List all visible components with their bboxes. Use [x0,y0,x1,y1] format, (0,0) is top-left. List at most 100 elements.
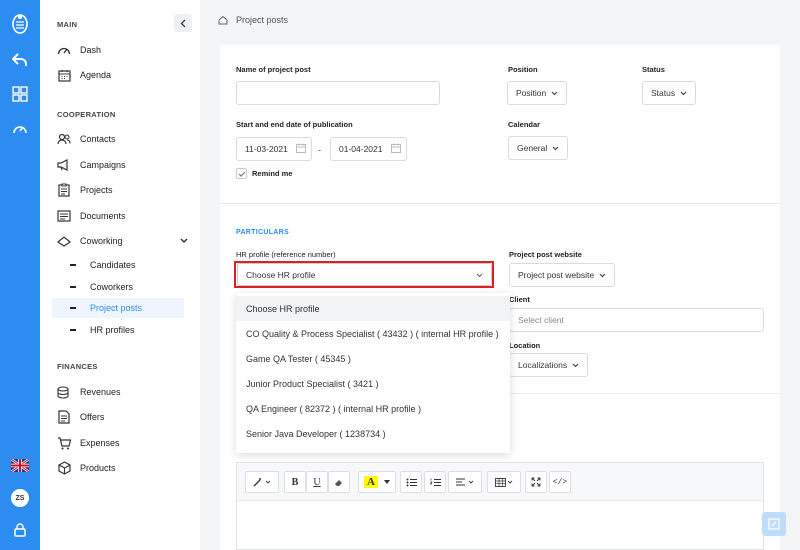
sidebar-item-label: Projects [80,185,113,195]
date-separator: - [318,145,321,155]
back-arrow-icon[interactable] [8,48,32,72]
caret-down-icon [552,146,559,151]
divider [510,393,780,394]
remind-me-checkbox[interactable]: Remind me [236,168,292,179]
bullet-dash [70,264,76,266]
expand-icon [768,518,780,530]
location-label: Location [509,341,541,350]
unordered-list-button[interactable] [400,471,422,493]
sidebar-item-label: Products [80,463,116,473]
editor-toolbar: B U A </> [237,463,763,501]
calendar-icon[interactable] [391,143,401,155]
caret-down-icon [383,480,390,484]
ordered-list-button[interactable] [424,471,446,493]
dropdown-option[interactable]: Senior Java Developer ( 1238734 ) [236,421,510,446]
user-avatar[interactable]: ZS [8,486,32,510]
dropdown-option[interactable]: Game QA Tester ( 45345 ) [236,346,510,371]
sidebar-item-expenses[interactable]: Expenses [52,433,192,453]
cart-icon [56,435,72,451]
collapse-sidebar-button[interactable] [174,14,192,32]
speedometer-icon[interactable] [8,116,32,140]
dropdown-option[interactable]: CO Quality & Process Specialist ( 43432 … [236,321,510,346]
eraser-button[interactable] [328,471,350,493]
client-label: Client [509,295,530,304]
section-title-finances: FINANCES [57,362,98,371]
sidebar-item-agenda[interactable]: Agenda [52,65,192,85]
code-view-button[interactable]: </> [549,471,571,493]
bullet-dash [70,329,76,331]
sidebar-subitem-coworkers[interactable]: Coworkers [52,277,184,297]
dropdown-option[interactable]: Choose HR profile [236,296,510,321]
calendar-select[interactable]: General [508,136,569,160]
app-logo-icon[interactable] [8,12,32,36]
chevron-down-icon [180,238,188,244]
calendar-icon[interactable] [296,143,306,155]
calendar-label: Calendar [508,120,541,129]
sidebar-item-label: Offers [80,412,105,422]
status-label: Status [642,65,665,74]
eraser-icon [335,479,342,486]
uk-flag-icon[interactable] [8,453,32,477]
sidebar-item-campaigns[interactable]: Campaigns [52,155,192,175]
section-title-main: MAIN [57,20,78,29]
sidebar-item-dash[interactable]: Dash [52,40,192,60]
section-title-cooperation: COOPERATION [57,110,116,119]
highlight-box [234,261,494,288]
sidebar-subitem-hr-profiles[interactable]: HR profiles [52,320,184,340]
remind-me-label: Remind me [252,169,293,178]
fullscreen-button[interactable] [525,471,547,493]
project-post-website-select[interactable]: Project post website [509,263,616,287]
sidebar-subitem-project-posts[interactable]: Project posts [52,298,184,318]
start-date-input[interactable]: 11-03-2021 [236,137,312,161]
underline-button[interactable]: U [306,471,328,493]
sidebar-item-contacts[interactable]: Contacts [52,129,192,149]
grid-icon[interactable] [8,82,32,106]
document-icon [56,208,72,224]
magic-wand-icon [253,478,271,487]
position-select[interactable]: Position [507,81,568,105]
rich-text-editor[interactable]: B U A </> [236,462,764,550]
sidebar: MAIN Dash Agenda COOPERATION Contacts Ca… [40,0,200,550]
sidebar-item-offers[interactable]: Offers [52,407,192,427]
name-label: Name of project post [236,65,311,74]
magic-wand-button[interactable] [245,471,279,493]
sidebar-subitem-label: Candidates [90,260,136,270]
sidebar-item-products[interactable]: Products [52,458,192,478]
fullscreen-icon [531,477,541,487]
megaphone-icon [56,157,72,173]
client-select[interactable]: Select client [509,308,764,332]
sidebar-item-label: Expenses [80,438,120,448]
sidebar-item-projects[interactable]: Projects [52,180,192,200]
sidebar-item-label: Revenues [80,387,121,397]
contacts-icon [56,131,72,147]
align-button[interactable] [448,471,482,493]
bullet-dash [70,307,76,309]
expand-corner-button[interactable] [762,512,786,536]
sidebar-item-coworking[interactable]: Coworking [52,231,192,251]
caret-down-icon [551,91,558,96]
sidebar-subitem-label: HR profiles [90,325,135,335]
font-color-button[interactable]: A [358,471,396,493]
end-date-input[interactable]: 01-04-2021 [330,137,407,161]
bold-button[interactable]: B [284,471,306,493]
dropdown-option[interactable]: QA Engineer ( 82372 ) ( internal HR prof… [236,396,510,421]
clipboard-icon [56,182,72,198]
project-post-name-input[interactable] [236,81,440,105]
client-placeholder: Select client [518,315,564,325]
sidebar-item-documents[interactable]: Documents [52,206,192,226]
divider [220,203,780,204]
offer-icon [56,409,72,425]
align-left-icon [456,478,474,485]
dates-label: Start and end date of publication [236,120,353,129]
sidebar-item-revenues[interactable]: Revenues [52,382,192,402]
app-rail: ZS [0,0,40,550]
sidebar-subitem-candidates[interactable]: Candidates [52,255,184,275]
table-button[interactable] [487,471,521,493]
lock-icon[interactable] [8,518,32,542]
home-icon[interactable] [218,15,228,25]
sidebar-item-label: Agenda [80,70,112,80]
end-date-value: 01-04-2021 [339,144,383,154]
dropdown-option[interactable]: Junior Product Specialist ( 3421 ) [236,371,510,396]
status-select[interactable]: Status [642,81,697,105]
location-select[interactable]: Localizations [509,353,589,377]
